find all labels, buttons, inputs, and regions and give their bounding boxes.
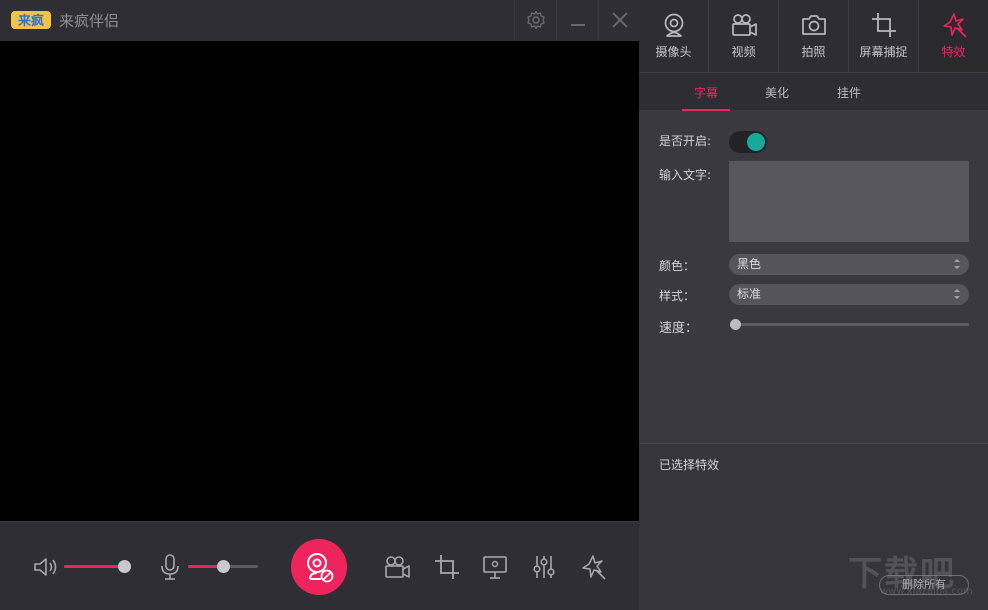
select-arrows-icon (954, 259, 960, 269)
color-label: 颜色： (659, 259, 696, 273)
microphone-button[interactable] (158, 553, 182, 581)
select-arrows-icon (954, 289, 960, 299)
speed-thumb[interactable] (730, 319, 741, 330)
tab-label: 视频 (731, 45, 756, 59)
app-logo: 来疯 (11, 11, 51, 29)
start-stream-button[interactable] (291, 539, 347, 595)
sub-tab-bar: 字幕 美化 挂件 (639, 72, 988, 111)
crop-icon (435, 555, 459, 579)
watermark-url: www.xiazaiba.com (880, 586, 973, 597)
crop-icon (871, 13, 896, 37)
video-preview[interactable] (0, 41, 639, 521)
close-button[interactable] (598, 0, 640, 40)
title-bar: 来疯 来疯伴侣 (0, 0, 639, 41)
toggle-knob (747, 133, 765, 151)
tab-video[interactable]: 视频 (709, 0, 779, 72)
tab-photo[interactable]: 拍照 (779, 0, 849, 72)
gear-icon (526, 10, 545, 30)
minimize-button[interactable] (556, 0, 598, 40)
settings-button[interactable] (514, 0, 556, 40)
mic-thumb[interactable] (217, 560, 230, 573)
screen-share-icon (483, 556, 507, 579)
microphone-icon (161, 554, 179, 580)
tab-bar: 摄像头 视频 拍照 屏幕捕捉 特效 (639, 0, 988, 72)
volume-thumb[interactable] (118, 560, 131, 573)
tab-effects[interactable]: 特效 (919, 0, 988, 72)
magic-wand-icon (942, 13, 967, 38)
app-title: 来疯伴侣 (59, 12, 120, 30)
subtab-widgets[interactable]: 挂件 (837, 73, 861, 111)
volume-slider[interactable] (64, 560, 131, 573)
style-select[interactable]: 标准 (729, 284, 969, 305)
watermark: 下载吧 www.xiazaiba.com (848, 546, 978, 606)
magic-wand-icon (582, 555, 606, 580)
volume-fill (64, 565, 124, 568)
close-icon (611, 12, 628, 28)
control-bar (0, 521, 639, 610)
subtab-beautify[interactable]: 美化 (765, 73, 789, 111)
speaker-icon (34, 558, 57, 576)
style-select-value: 标准 (737, 287, 762, 301)
subtitle-text-input[interactable] (729, 161, 969, 242)
logo-text: 来疯 (17, 13, 44, 29)
photo-camera-icon (801, 15, 826, 35)
camera-video-icon (385, 556, 410, 578)
equalizer-button[interactable] (530, 553, 558, 581)
tab-label: 摄像头 (655, 45, 692, 59)
style-label: 样式： (659, 289, 696, 303)
subtab-subtitles[interactable]: 字幕 (681, 73, 731, 111)
side-panel: 摄像头 视频 拍照 屏幕捕捉 特效 字幕 美化 挂件 是否开启: 输入文字: 颜… (639, 0, 988, 610)
main-panel: 来疯 来疯伴侣 (0, 0, 639, 610)
effects-button[interactable] (579, 553, 607, 581)
color-select-value: 黑色 (737, 257, 762, 271)
equalizer-icon (533, 556, 555, 578)
tab-label: 特效 (941, 45, 966, 59)
mic-slider[interactable] (188, 560, 258, 573)
webcam-icon (664, 13, 683, 37)
webcam-record-icon (307, 553, 334, 583)
enable-toggle[interactable] (729, 131, 767, 153)
tab-label: 屏幕捕捉 (859, 45, 908, 59)
tab-label: 拍照 (801, 45, 826, 59)
selected-effects-title: 已选择特效 (659, 458, 720, 472)
color-select[interactable]: 黑色 (729, 254, 969, 275)
screen-share-button[interactable] (481, 553, 509, 581)
enable-label: 是否开启: (659, 134, 712, 148)
minimize-icon (570, 24, 585, 26)
tab-screen-capture[interactable]: 屏幕捕捉 (849, 0, 919, 72)
speed-label: 速度： (659, 321, 699, 336)
text-label: 输入文字: (659, 168, 712, 182)
volume-button[interactable] (32, 555, 60, 579)
speed-slider[interactable] (730, 319, 969, 330)
crop-button[interactable] (433, 553, 461, 581)
video-button[interactable] (383, 553, 411, 581)
tab-camera[interactable]: 摄像头 (639, 0, 709, 72)
video-camera-icon (731, 14, 757, 36)
